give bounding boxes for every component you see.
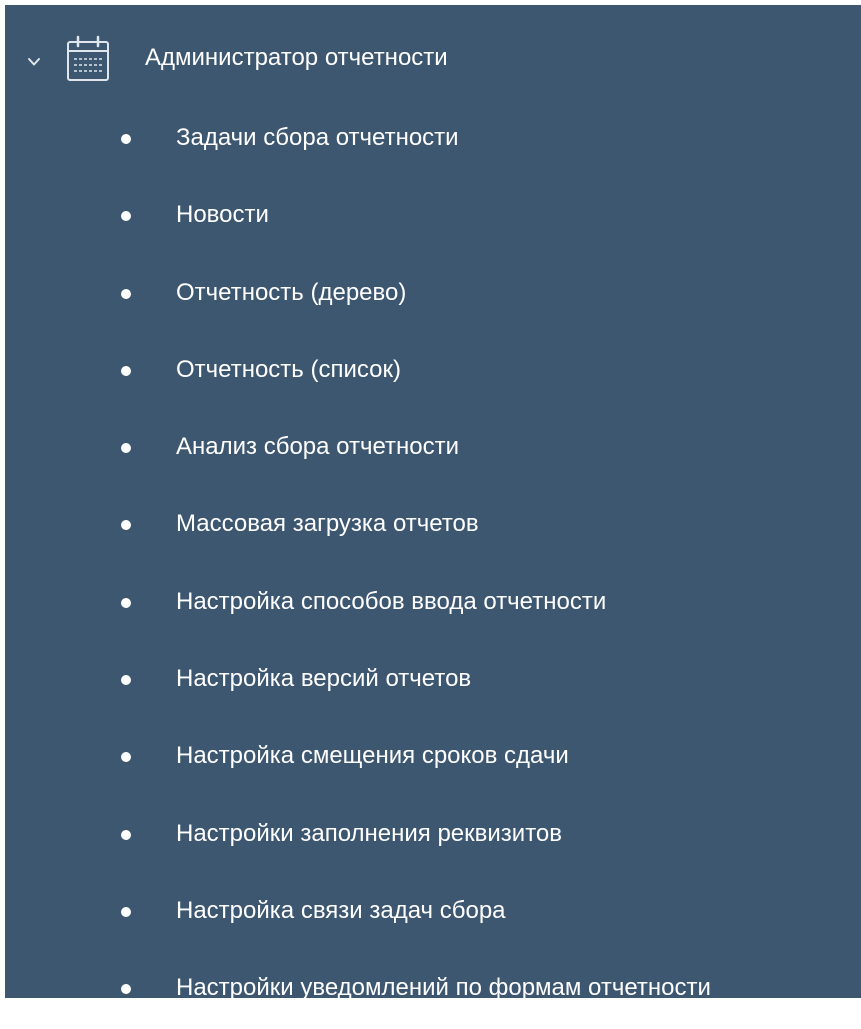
- bullet-icon: [121, 443, 131, 454]
- submenu-list: Задачи сбора отчетности Новости Отчетнос…: [5, 101, 861, 1029]
- menu-item-label: Настройка связи задач сбора: [176, 896, 506, 924]
- menu-item-task-links-settings[interactable]: Настройка связи задач сбора: [5, 874, 861, 951]
- menu-item-label: Настройка смещения сроков сдачи: [176, 742, 569, 770]
- menu-item-label: Массовая загрузка отчетов: [176, 510, 479, 538]
- group-header-reporting-admin[interactable]: Администратор отчетности: [5, 29, 861, 89]
- calendar-icon: [67, 35, 109, 81]
- menu-item-label: Настройки заполнения реквизитов: [176, 819, 563, 847]
- menu-item-label: Новости: [176, 201, 269, 229]
- bullet-icon: [121, 520, 131, 531]
- menu-item-label: Отчетность (дерево): [176, 278, 407, 306]
- bullet-icon: [121, 288, 131, 299]
- bullet-icon: [121, 752, 131, 763]
- menu-item-collection-analysis[interactable]: Анализ сбора отчетности: [5, 410, 861, 487]
- menu-item-notification-settings[interactable]: Настройки уведомлений по формам отчетнос…: [5, 951, 861, 1028]
- menu-item-bulk-upload[interactable]: Массовая загрузка отчетов: [5, 487, 861, 564]
- bullet-icon: [121, 906, 131, 917]
- menu-item-input-methods-settings[interactable]: Настройка способов ввода отчетности: [5, 565, 861, 642]
- bullet-icon: [121, 984, 131, 995]
- menu-item-report-versions-settings[interactable]: Настройка версий отчетов: [5, 642, 861, 719]
- navigation-panel: Администратор отчетности Задачи сбора от…: [5, 5, 861, 1001]
- menu-item-label: Анализ сбора отчетности: [176, 433, 460, 461]
- group-label: Администратор отчетности: [145, 44, 448, 71]
- menu-item-requisites-fill-settings[interactable]: Настройки заполнения реквизитов: [5, 797, 861, 874]
- menu-item-reports-tree[interactable]: Отчетность (дерево): [5, 256, 861, 333]
- menu-item-deadline-shift-settings[interactable]: Настройка смещения сроков сдачи: [5, 719, 861, 796]
- menu-item-label: Настройка версий отчетов: [176, 665, 472, 693]
- menu-item-label: Настройки уведомлений по формам отчетнос…: [176, 974, 711, 1002]
- bullet-icon: [121, 597, 131, 608]
- menu-item-label: Настройка способов ввода отчетности: [176, 587, 607, 615]
- chevron-down-icon[interactable]: [27, 55, 41, 69]
- menu-item-collection-tasks[interactable]: Задачи сбора отчетности: [5, 101, 861, 178]
- menu-item-news[interactable]: Новости: [5, 178, 861, 255]
- menu-item-label: Задачи сбора отчетности: [176, 124, 459, 151]
- bullet-icon: [121, 134, 131, 144]
- menu-item-reports-list[interactable]: Отчетность (список): [5, 333, 861, 410]
- bullet-icon: [121, 675, 131, 686]
- bullet-icon: [121, 211, 131, 222]
- bullet-icon: [121, 829, 131, 840]
- bullet-icon: [121, 365, 131, 376]
- menu-item-label: Отчетность (список): [176, 355, 401, 383]
